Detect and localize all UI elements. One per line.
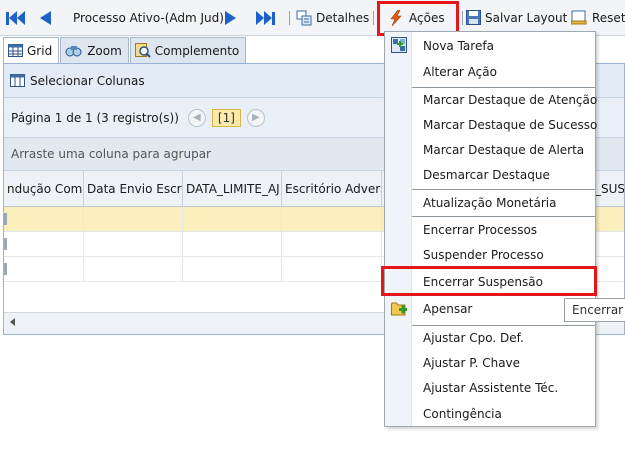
column-header[interactable]: ndução Compa: [4, 171, 84, 206]
toolbar-separator: [462, 11, 463, 25]
menu-icon-gutter: [385, 32, 412, 426]
reset-label: Reset: [592, 10, 625, 25]
pager-prev-icon[interactable]: ◀: [187, 108, 206, 127]
lightning-icon: [390, 10, 402, 26]
tab-grid[interactable]: Grid: [3, 37, 60, 63]
reset-button[interactable]: Reset: [571, 10, 625, 25]
toolbar-separator: [373, 11, 374, 25]
acoes-button[interactable]: Ações: [388, 10, 445, 26]
menu-item-ajustar-cpo-def[interactable]: Ajustar Cpo. Def.: [412, 326, 595, 350]
scroll-left-icon[interactable]: [10, 318, 15, 326]
menu-item-ajustar-p-chave[interactable]: Ajustar P. Chave: [412, 351, 595, 375]
tooltip: Encerrar Suspensão: [564, 298, 625, 322]
menu-item-destaque-atencao[interactable]: Marcar Destaque de Atenção: [412, 88, 597, 112]
reset-icon: [571, 10, 587, 25]
pager-current-page[interactable]: [1]: [211, 108, 241, 127]
menu-item-desmarcar-destaque[interactable]: Desmarcar Destaque: [412, 163, 595, 187]
menu-item-destaque-alerta[interactable]: Marcar Destaque de Alerta: [412, 138, 595, 162]
details-label: Detalhes: [316, 11, 370, 25]
menu-item-suspender-processo[interactable]: Suspender Processo: [412, 243, 595, 267]
menu-item-encerrar-processos[interactable]: Encerrar Processos: [412, 218, 595, 242]
pager-next-icon[interactable]: ▶: [246, 108, 265, 127]
menu-item-contingencia[interactable]: Contingência: [412, 402, 595, 426]
columns-icon: [10, 74, 25, 87]
grid-icon: [8, 44, 23, 57]
menu-item-encerrar-suspensao[interactable]: Encerrar Suspensão: [412, 270, 595, 294]
next-record-icon[interactable]: [225, 11, 236, 25]
group-hint: Arraste uma coluna para agrupar: [11, 147, 211, 161]
details-button[interactable]: Detalhes: [296, 10, 369, 26]
toolbar-separator: [289, 11, 290, 25]
acoes-menu: Nova Tarefa Alterar Ação Marcar Destaque…: [384, 31, 597, 427]
column-header[interactable]: _SUSP: [592, 171, 624, 206]
menu-item-destaque-sucesso[interactable]: Marcar Destaque de Sucesso: [412, 113, 597, 137]
zoom-icon: [65, 45, 82, 56]
menu-separator: [412, 189, 595, 190]
menu-separator: [412, 216, 595, 217]
tab-zoom-label: Zoom: [87, 43, 122, 58]
column-header[interactable]: Escritório Adverso: [282, 171, 382, 206]
tab-complemento[interactable]: Complemento: [129, 37, 247, 63]
acoes-label: Ações: [409, 11, 445, 25]
previous-record-icon[interactable]: [40, 11, 51, 25]
menu-item-atualizacao-monetaria[interactable]: Atualização Monetária: [412, 191, 595, 215]
column-header[interactable]: DATA_LIMITE_AJ: [183, 171, 282, 206]
menu-item-alterar-acao[interactable]: Alterar Ação: [412, 60, 595, 84]
last-page-icon[interactable]: [256, 11, 275, 25]
first-page-icon[interactable]: [6, 11, 25, 25]
column-header[interactable]: Data Envio Escrito: [84, 171, 183, 206]
tab-zoom[interactable]: Zoom: [60, 37, 129, 63]
menu-item-nova-tarefa[interactable]: Nova Tarefa: [412, 34, 595, 58]
tab-complemento-label: Complemento: [154, 43, 240, 58]
new-task-icon: [391, 37, 407, 53]
details-icon: [296, 10, 312, 26]
select-columns-label: Selecionar Colunas: [30, 73, 145, 88]
pager-text: Página 1 de 1 (3 registro(s)): [11, 110, 179, 125]
save-layout-button[interactable]: Salvar Layout: [466, 10, 567, 25]
complement-icon: [134, 43, 151, 58]
folder-add-icon: [391, 302, 407, 316]
process-title: Processo Ativo-(Adm Jud): [73, 11, 224, 25]
menu-item-ajustar-assistente-tec[interactable]: Ajustar Assistente Téc.: [412, 376, 595, 400]
tab-grid-label: Grid: [27, 43, 53, 58]
save-layout-label: Salvar Layout: [485, 10, 568, 25]
save-icon: [466, 10, 481, 25]
